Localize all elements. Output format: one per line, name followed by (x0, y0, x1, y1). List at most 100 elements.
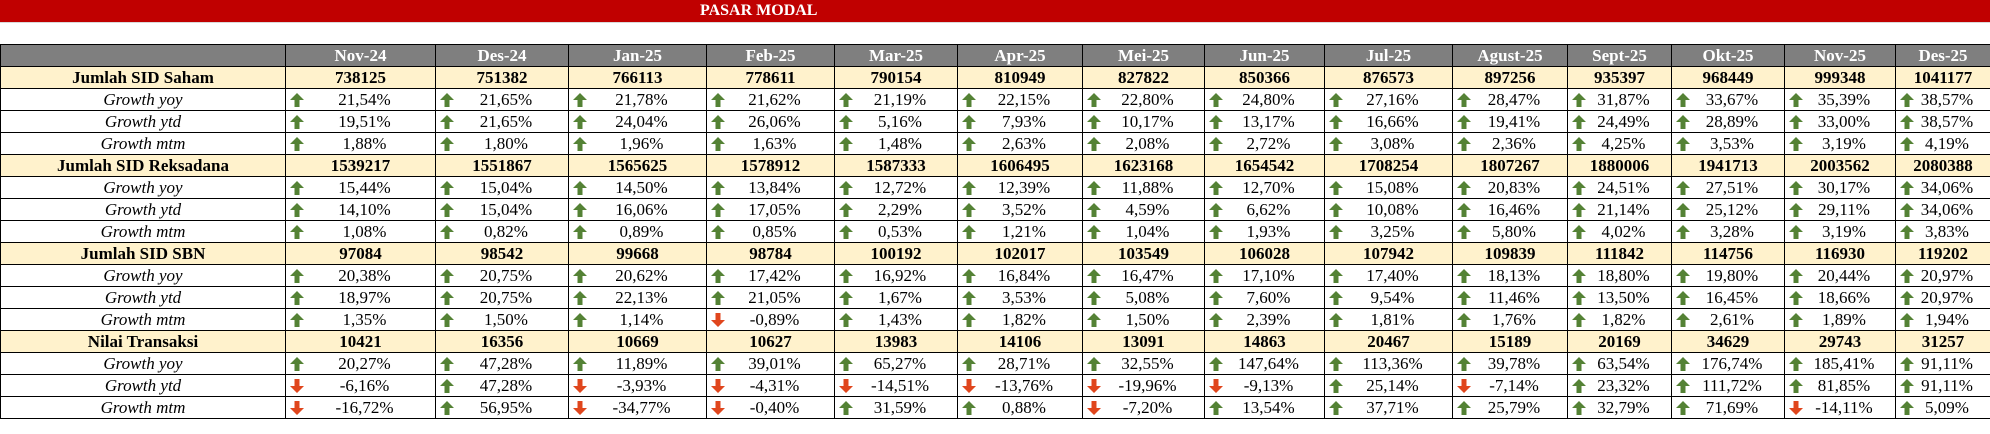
growth-value-cell: 1,80% (435, 132, 569, 155)
growth-value-cell: -7,14% (1452, 374, 1568, 397)
up-arrow-icon (290, 313, 304, 327)
up-arrow-icon (1789, 225, 1803, 239)
growth-value-cell: 20,44% (1784, 264, 1896, 287)
section-value-cell: 876573 (1324, 66, 1453, 89)
up-arrow-icon (1329, 313, 1343, 327)
growth-value: 1,80% (484, 133, 528, 153)
growth-value: 13,54% (1242, 397, 1295, 417)
growth-value-cell: 13,17% (1204, 110, 1325, 133)
growth-value-cell: 19,41% (1452, 110, 1568, 133)
up-arrow-icon (1676, 357, 1690, 371)
growth-value-cell: 27,51% (1671, 176, 1785, 199)
growth-value: 18,97% (338, 287, 391, 307)
growth-value: 32,55% (1121, 353, 1174, 373)
growth-value-cell: 0,82% (435, 220, 569, 243)
section-value-cell: 20169 (1567, 330, 1672, 353)
up-arrow-icon (1087, 269, 1101, 283)
up-arrow-icon (290, 291, 304, 305)
up-arrow-icon (1572, 357, 1586, 371)
up-arrow-icon (839, 269, 853, 283)
up-arrow-icon (1087, 115, 1101, 129)
month-header: Des-24 (435, 44, 569, 67)
growth-value: 7,60% (1246, 287, 1291, 307)
growth-value: 1,82% (1002, 309, 1046, 329)
growth-value-cell: 1,94% (1895, 308, 1990, 331)
growth-value-cell: 9,54% (1324, 286, 1453, 309)
up-arrow-icon (711, 291, 725, 305)
growth-row: Growth mtm 1,35% 1,50% 1,14% -0,89% 1,43% 1,82… (0, 308, 1990, 331)
growth-value-cell: 1,88% (285, 132, 436, 155)
growth-value: 4,59% (1125, 199, 1170, 219)
section-value-cell: 107942 (1324, 242, 1453, 265)
growth-value-cell: 22,13% (568, 286, 707, 309)
up-arrow-icon (1676, 225, 1690, 239)
up-arrow-icon (1900, 401, 1914, 415)
growth-value-cell: 21,78% (568, 88, 707, 111)
up-arrow-icon (1457, 203, 1471, 217)
growth-value-cell: 13,50% (1567, 286, 1672, 309)
section-value-cell: 1623168 (1082, 154, 1205, 177)
growth-value-cell: 4,25% (1567, 132, 1672, 155)
up-arrow-icon (1572, 137, 1586, 151)
up-arrow-icon (1209, 269, 1223, 283)
growth-value-cell: 1,63% (706, 132, 835, 155)
growth-value-cell: 3,19% (1784, 220, 1896, 243)
up-arrow-icon (1457, 401, 1471, 415)
growth-value: 34,06% (1920, 199, 1974, 219)
up-arrow-icon (1329, 291, 1343, 305)
growth-value-cell: 1,89% (1784, 308, 1896, 331)
growth-value: 33,00% (1817, 111, 1871, 131)
up-arrow-icon (1900, 269, 1914, 283)
growth-value-cell: 56,95% (435, 396, 569, 419)
up-arrow-icon (440, 225, 454, 239)
growth-value: -4,31% (749, 375, 800, 395)
growth-value-cell: 71,69% (1671, 396, 1785, 419)
growth-value-cell: 15,08% (1324, 176, 1453, 199)
up-arrow-icon (440, 379, 454, 393)
growth-value-cell: 91,11% (1895, 352, 1990, 375)
growth-value-cell: 39,01% (706, 352, 835, 375)
down-arrow-icon (1457, 379, 1471, 393)
up-arrow-icon (290, 357, 304, 371)
up-arrow-icon (440, 269, 454, 283)
growth-value-cell: 20,83% (1452, 176, 1568, 199)
growth-value: 21,54% (338, 89, 391, 109)
up-arrow-icon (1789, 269, 1803, 283)
up-arrow-icon (1329, 181, 1343, 195)
up-arrow-icon (839, 93, 853, 107)
growth-value-cell: 32,79% (1567, 396, 1672, 419)
growth-value-cell: 176,74% (1671, 352, 1785, 375)
growth-row: Growth mtm 1,08% 0,82% 0,89% 0,85% 0,53% 1,21%… (0, 220, 1990, 243)
up-arrow-icon (1900, 225, 1914, 239)
spacer-row (0, 22, 1990, 45)
growth-value-cell: 81,85% (1784, 374, 1896, 397)
growth-value: 14,10% (338, 199, 391, 219)
up-arrow-icon (573, 291, 587, 305)
growth-value: 20,75% (479, 265, 533, 285)
up-arrow-icon (839, 115, 853, 129)
up-arrow-icon (839, 203, 853, 217)
growth-value: 21,05% (748, 287, 801, 307)
growth-value: 2,39% (1246, 309, 1291, 329)
up-arrow-icon (440, 181, 454, 195)
up-arrow-icon (1572, 291, 1586, 305)
growth-value: 39,01% (748, 353, 801, 373)
growth-value: 176,74% (1701, 353, 1763, 373)
up-arrow-icon (440, 357, 454, 371)
growth-value-cell: 25,79% (1452, 396, 1568, 419)
up-arrow-icon (1676, 313, 1690, 327)
growth-value-cell: 3,83% (1895, 220, 1990, 243)
growth-value: 71,69% (1705, 397, 1759, 417)
growth-value: 1,04% (1125, 221, 1170, 241)
section-value-cell: 97084 (285, 242, 436, 265)
growth-value-cell: -14,11% (1784, 396, 1896, 419)
growth-value: 63,54% (1597, 353, 1650, 373)
growth-value: 1,67% (878, 287, 922, 307)
section-value-cell: 751382 (435, 66, 569, 89)
section-value-cell: 810949 (957, 66, 1083, 89)
growth-value: 18,80% (1597, 265, 1650, 285)
section-value-cell: 1807267 (1452, 154, 1568, 177)
up-arrow-icon (1209, 291, 1223, 305)
growth-value-cell: 28,47% (1452, 88, 1568, 111)
growth-label: Growth mtm (0, 220, 286, 243)
